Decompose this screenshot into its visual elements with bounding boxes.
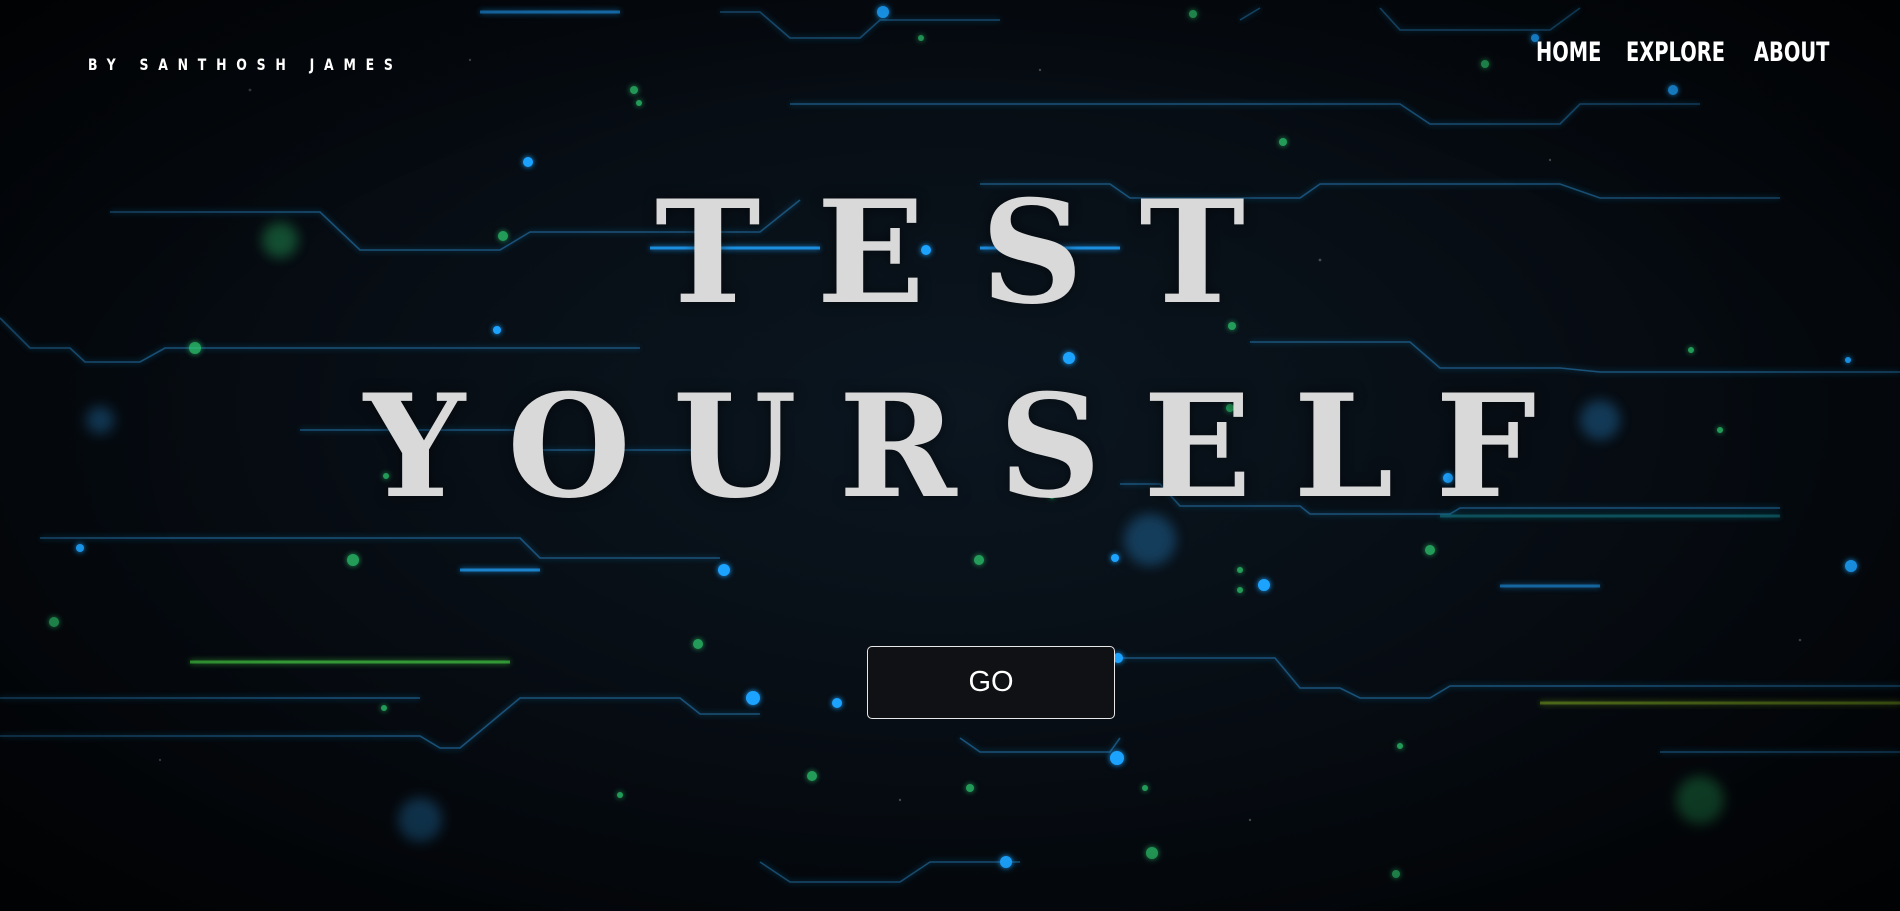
nav-link-home[interactable]: HOME	[1536, 36, 1601, 70]
hero-title-line-2: YOURSELF	[363, 364, 1579, 530]
hero-title-line-1: TEST	[654, 170, 1302, 336]
author-brand: BY SANTHOSH JAMES	[88, 55, 403, 74]
go-button[interactable]: GO	[867, 646, 1115, 719]
landing-page: BY SANTHOSH JAMES HOME EXPLORE ABOUT TES…	[0, 0, 1900, 911]
nav-link-explore[interactable]: EXPLORE	[1626, 36, 1725, 70]
nav-link-about[interactable]: ABOUT	[1754, 36, 1829, 70]
